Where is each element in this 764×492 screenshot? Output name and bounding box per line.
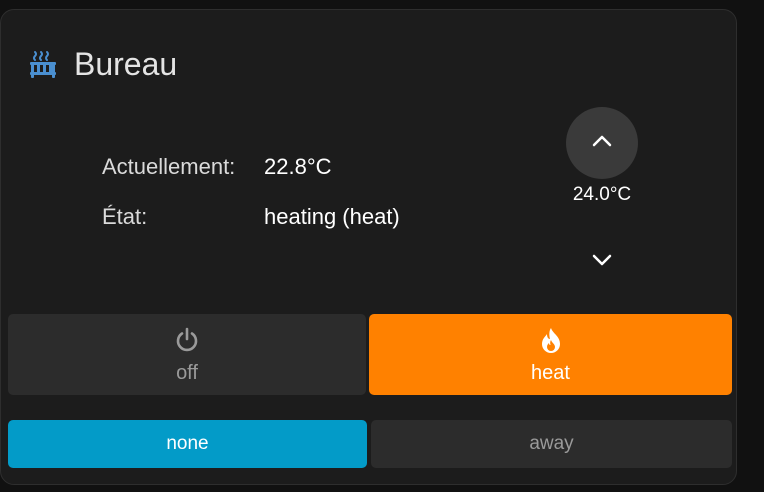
target-temperature: 24.0°C bbox=[572, 184, 632, 205]
mode-off-button[interactable]: off bbox=[8, 314, 366, 395]
mode-heat-label: heat bbox=[531, 361, 570, 384]
temperature-up-button[interactable] bbox=[566, 107, 638, 179]
chevron-up-icon bbox=[592, 134, 612, 152]
state-label: État: bbox=[102, 204, 148, 229]
thermostat-card: Bureau Actuellement: 22.8°C État: heatin… bbox=[0, 9, 737, 485]
state-value: heating (heat) bbox=[264, 204, 400, 229]
fire-icon bbox=[537, 326, 565, 354]
preset-none-button[interactable]: none bbox=[8, 420, 367, 468]
preset-away-button[interactable]: away bbox=[371, 420, 732, 468]
mode-off-label: off bbox=[176, 361, 198, 384]
current-temp-label: Actuellement: bbox=[102, 154, 236, 179]
card-title: Bureau bbox=[74, 46, 178, 82]
chevron-down-icon bbox=[592, 253, 612, 271]
current-temp-value: 22.8°C bbox=[264, 154, 332, 179]
temperature-down-button[interactable] bbox=[582, 242, 622, 282]
power-icon bbox=[173, 326, 201, 354]
radiator-icon bbox=[27, 48, 59, 80]
card-header: Bureau bbox=[27, 46, 177, 82]
mode-heat-button[interactable]: heat bbox=[369, 314, 732, 395]
